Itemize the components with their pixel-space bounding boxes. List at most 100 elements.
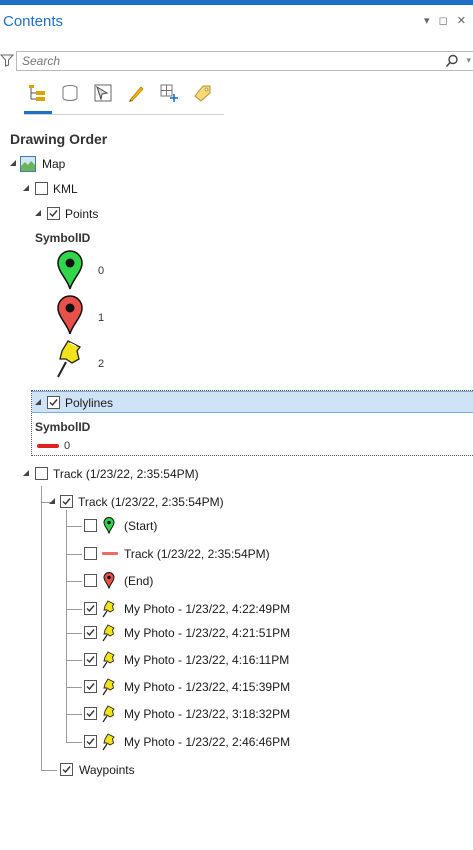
checkmark-icon [86, 656, 95, 664]
tree-item-photo[interactable]: My Photo - 1/23/22, 2:46:46PM [0, 732, 473, 752]
tree-item-label: Track (1/23/22, 2:35:54PM) [53, 467, 199, 481]
expand-caret-icon[interactable] [34, 398, 42, 406]
tree-item-label: (End) [124, 574, 154, 588]
symbol-value: 0 [98, 265, 105, 277]
visibility-checkbox[interactable] [84, 547, 97, 560]
symbol-value: 1 [98, 312, 105, 324]
yellow-pushpin-icon [102, 651, 115, 669]
tree-item-photo[interactable]: My Photo - 1/23/22, 4:15:39PM [0, 677, 473, 697]
visibility-checkbox[interactable] [84, 707, 97, 720]
tree-item-label: Map [42, 157, 66, 171]
symbol-value: 0 [64, 440, 71, 452]
list-by-data-source-icon [62, 85, 78, 101]
yellow-pushpin-icon [102, 705, 115, 723]
search-bar: ▾ [0, 49, 473, 71]
tree-item-label: KML [53, 182, 78, 196]
tree-item-track[interactable]: Track (1/23/22, 2:35:54PM) [0, 492, 473, 512]
list-by-labeling-button[interactable] [189, 80, 215, 108]
tree-item-label: Points [65, 207, 99, 221]
tree-item-label: (Start) [124, 519, 158, 533]
red-pin-icon [103, 572, 115, 589]
expand-caret-icon[interactable] [48, 497, 56, 505]
toolbar-divider [24, 114, 224, 115]
red-line-symbol-icon [37, 444, 59, 448]
tree-item-end[interactable]: (End) [0, 571, 473, 591]
pane-title-bar: Contents ▾ ◻ ✕ [0, 5, 473, 35]
tree-item-kml[interactable]: KML [0, 179, 473, 199]
checkmark-icon [86, 738, 95, 746]
pane-window-controls[interactable]: ▾ ◻ ✕ [424, 14, 469, 27]
tree-item-photo[interactable]: My Photo - 1/23/22, 4:21:51PM [0, 623, 473, 643]
visibility-checkbox[interactable] [47, 207, 60, 220]
tree-item-label: My Photo - 1/23/22, 4:22:49PM [124, 602, 291, 616]
tree-item-label: My Photo - 1/23/22, 3:18:32PM [124, 707, 291, 721]
green-pin-icon [103, 517, 115, 534]
checkmark-icon [86, 683, 95, 691]
checkmark-icon [49, 210, 58, 218]
list-by-data-source-button[interactable] [57, 80, 83, 108]
visibility-checkbox[interactable] [84, 680, 97, 693]
drawing-order-heading: Drawing Order [10, 131, 108, 147]
search-box: ▾ [16, 51, 473, 71]
list-by-selection-icon [94, 84, 112, 102]
yellow-pushpin-icon [102, 600, 115, 618]
list-by-snapping-button[interactable] [156, 80, 182, 108]
tree-item-polylines[interactable]: Polylines [0, 393, 473, 413]
list-by-selection-button[interactable] [90, 80, 116, 108]
expand-caret-icon[interactable] [34, 209, 42, 217]
checkmark-icon [86, 605, 95, 613]
list-by-labeling-icon [194, 85, 211, 102]
tree-item-map[interactable]: Map [0, 154, 473, 174]
tree-item-label: Polylines [65, 396, 114, 410]
tree-item-label: My Photo - 1/23/22, 2:46:46PM [124, 735, 291, 749]
visibility-checkbox[interactable] [60, 495, 73, 508]
symbol-value: 2 [98, 358, 105, 370]
tree-item-track-line[interactable]: Track (1/23/22, 2:35:54PM) [0, 544, 473, 564]
search-input[interactable] [17, 52, 407, 70]
expand-caret-icon[interactable] [22, 469, 30, 477]
yellow-pushpin-icon [102, 733, 115, 751]
tree-item-label: Track (1/23/22, 2:35:54PM) [78, 495, 224, 509]
visibility-checkbox[interactable] [35, 467, 48, 480]
visibility-checkbox[interactable] [84, 735, 97, 748]
expand-caret-icon[interactable] [22, 184, 30, 192]
tree-item-label: My Photo - 1/23/22, 4:16:11PM [124, 653, 290, 667]
checkmark-icon [86, 629, 95, 637]
tree-item-label: My Photo - 1/23/22, 4:21:51PM [124, 626, 291, 640]
visibility-checkbox[interactable] [84, 626, 97, 639]
search-options-chevron-icon[interactable]: ▾ [466, 55, 471, 66]
tree-item-track-group[interactable]: Track (1/23/22, 2:35:54PM) [0, 464, 473, 484]
visibility-checkbox[interactable] [84, 602, 97, 615]
expand-caret-icon[interactable] [9, 159, 17, 167]
list-by-drawing-order-icon [29, 85, 45, 101]
filter-icon[interactable] [0, 53, 14, 67]
tree-item-label: My Photo - 1/23/22, 4:15:39PM [124, 680, 291, 694]
symbol-field-label: SymbolID [35, 420, 91, 434]
tree-item-waypoints[interactable]: Waypoints [0, 760, 473, 780]
tree-item-points[interactable]: Points [0, 204, 473, 224]
yellow-pushpin-icon [57, 340, 81, 378]
visibility-checkbox[interactable] [35, 182, 48, 195]
tree-item-label: Waypoints [79, 763, 135, 777]
list-by-drawing-order-button[interactable] [24, 80, 50, 108]
search-icon[interactable] [445, 54, 459, 68]
list-by-editing-button[interactable] [123, 80, 149, 108]
checkmark-icon [62, 498, 71, 506]
tree-item-photo[interactable]: My Photo - 1/23/22, 4:22:49PM [0, 599, 473, 619]
checkmark-icon [62, 766, 71, 774]
tree-item-photo[interactable]: My Photo - 1/23/22, 4:16:11PM [0, 650, 473, 670]
visibility-checkbox[interactable] [84, 574, 97, 587]
visibility-checkbox[interactable] [47, 396, 60, 409]
tree-item-photo[interactable]: My Photo - 1/23/22, 3:18:32PM [0, 704, 473, 724]
visibility-checkbox[interactable] [84, 519, 97, 532]
pane-title: Contents [3, 13, 64, 30]
tree-item-start[interactable]: (Start) [0, 516, 473, 536]
list-by-snapping-icon [160, 84, 178, 102]
list-by-editing-icon [129, 86, 144, 102]
tree-item-label: Track (1/23/22, 2:35:54PM) [124, 547, 270, 561]
checkmark-icon [86, 710, 95, 718]
visibility-checkbox[interactable] [84, 653, 97, 666]
symbol-field-label: SymbolID [35, 231, 91, 245]
visibility-checkbox[interactable] [60, 763, 73, 776]
red-pin-icon [57, 295, 83, 335]
